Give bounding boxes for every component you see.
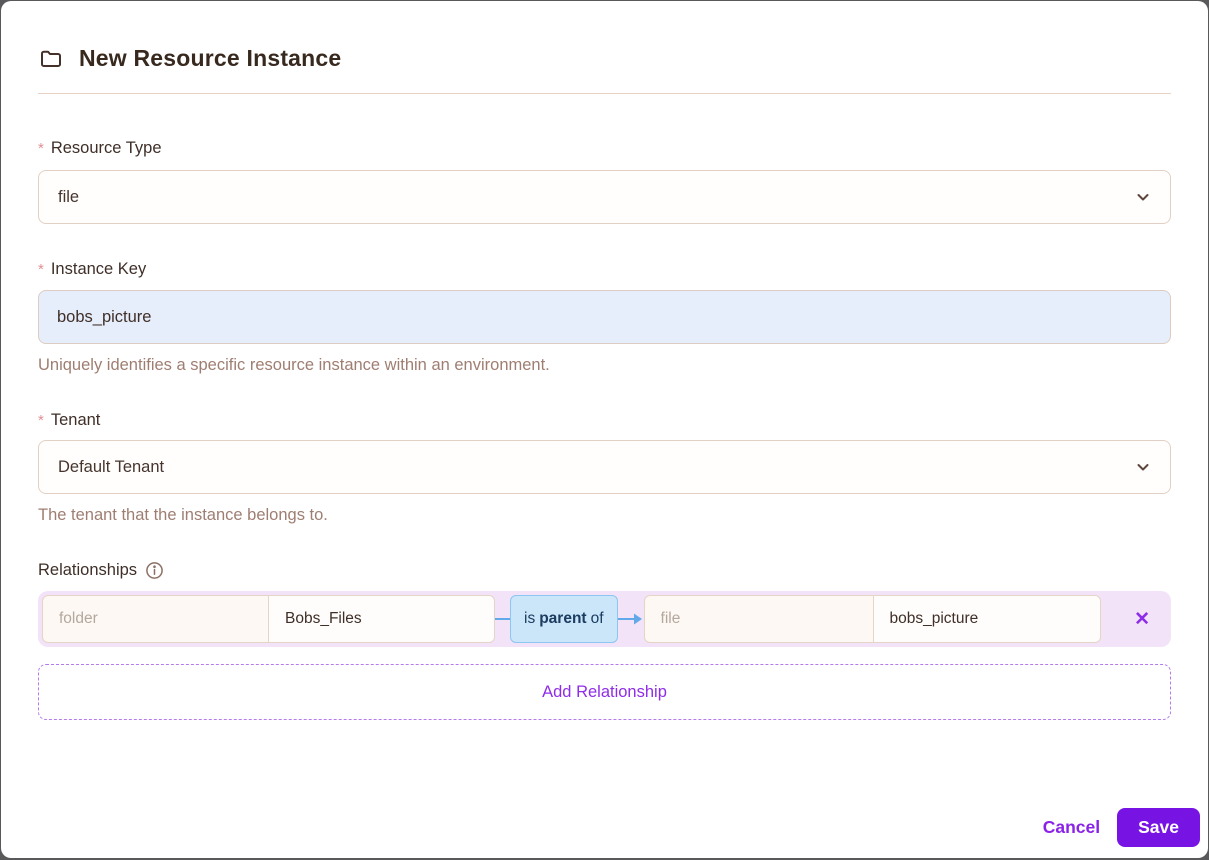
arrow-right-icon: [617, 611, 644, 627]
cancel-button[interactable]: Cancel: [1039, 811, 1104, 844]
close-icon[interactable]: ✕: [1130, 606, 1154, 633]
relationships-header: Relationships: [38, 561, 1171, 580]
save-button[interactable]: Save: [1117, 808, 1200, 847]
relationships-label: Relationships: [38, 561, 138, 579]
tenant-value: Default Tenant: [58, 457, 165, 476]
add-relationship-button[interactable]: Add Relationship: [38, 664, 1171, 720]
relationship-row: is parent of ✕: [38, 591, 1171, 647]
resource-type-label-text: Resource Type: [50, 139, 162, 157]
object-instance-key-input[interactable]: [872, 595, 1101, 643]
tenant-select[interactable]: Default Tenant: [38, 440, 1171, 494]
object-resource-type-input[interactable]: [643, 595, 874, 643]
required-marker: *: [38, 140, 44, 157]
instance-key-help: Uniquely identifies a specific resource …: [38, 356, 550, 374]
folder-icon: [38, 47, 64, 71]
chevron-down-icon: [1135, 189, 1151, 205]
instance-key-label-text: Instance Key: [50, 260, 147, 278]
page-title: New Resource Instance: [79, 45, 342, 71]
header-divider: [38, 93, 1171, 94]
resource-type-value: file: [58, 187, 80, 206]
modal-footer: Cancel Save: [1039, 808, 1200, 847]
required-marker: *: [38, 412, 44, 429]
relation-name: parent: [539, 610, 587, 627]
required-marker: *: [38, 261, 44, 278]
info-icon[interactable]: [145, 561, 164, 580]
modal-header: New Resource Instance: [38, 1, 1171, 72]
resource-type-label: * Resource Type: [38, 139, 1171, 158]
tenant-label-text: Tenant: [50, 411, 101, 429]
new-resource-instance-modal: New Resource Instance * Resource Type fi…: [1, 1, 1208, 858]
instance-key-label: * Instance Key: [38, 260, 1171, 279]
relation-suffix: of: [590, 610, 604, 627]
subject-instance-key-input[interactable]: [268, 595, 495, 643]
relation-connector-line: [495, 618, 510, 620]
tenant-label: * Tenant: [38, 411, 1171, 430]
resource-type-select[interactable]: file: [38, 170, 1171, 224]
instance-key-input[interactable]: [38, 290, 1171, 344]
relation-prefix: is: [524, 610, 536, 627]
relation-badge[interactable]: is parent of: [510, 595, 618, 643]
tenant-help: The tenant that the instance belongs to.: [38, 506, 328, 524]
chevron-down-icon: [1135, 459, 1151, 475]
subject-resource-type-input[interactable]: [42, 595, 269, 643]
